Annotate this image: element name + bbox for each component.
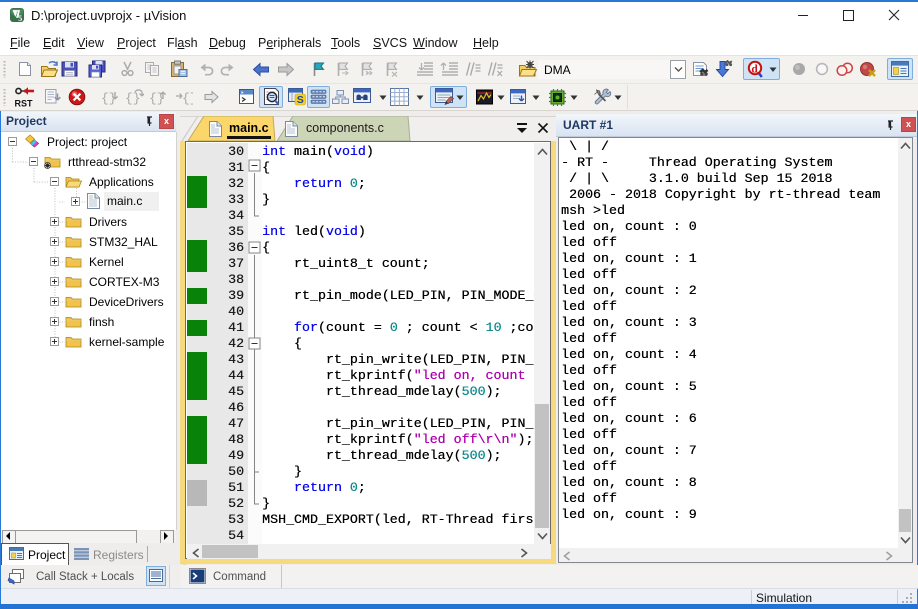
svg-text:d: d [751,63,758,75]
svg-text:{}: {} [182,91,193,106]
svg-text:RST: RST [15,99,34,109]
svg-text:S: S [297,94,304,106]
svg-text:5: 5 [18,14,22,22]
svg-text:{}: {} [125,91,141,106]
